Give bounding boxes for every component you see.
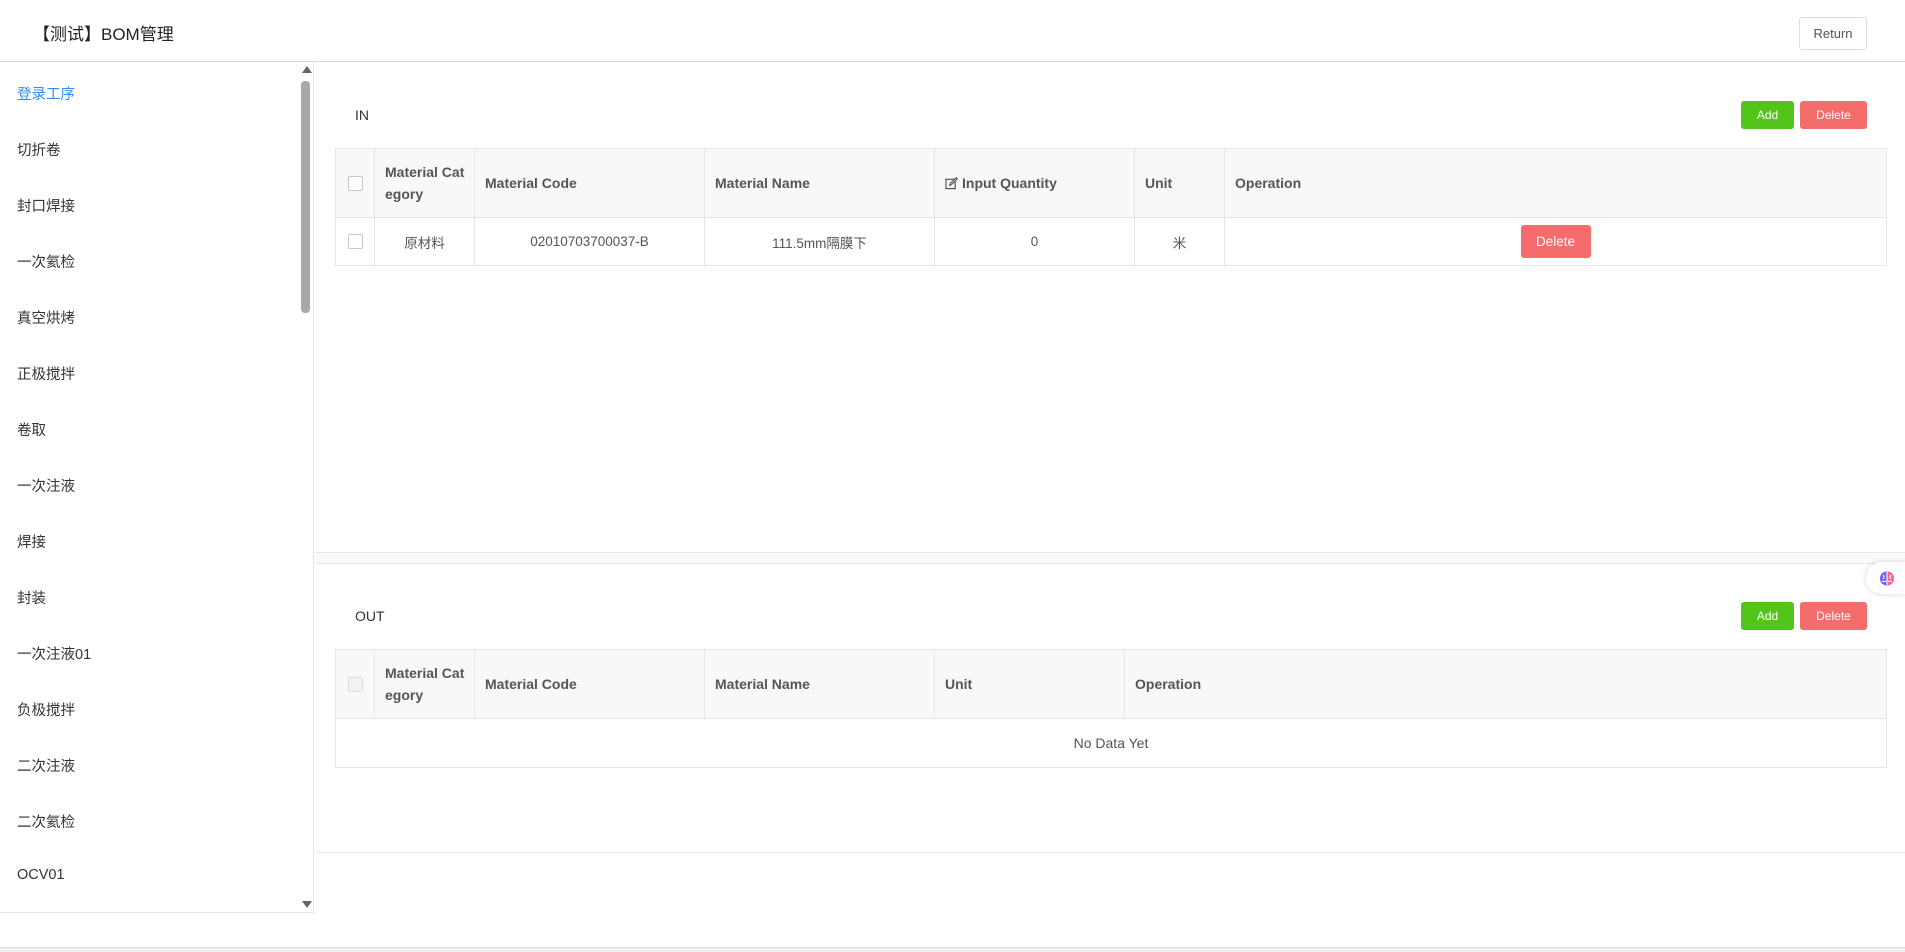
quantity-header-label: Input Quantity — [962, 175, 1057, 191]
out-materials-table: Material Category Material Code Material… — [335, 649, 1887, 768]
sidebar-item[interactable]: 二次氦检 — [17, 811, 75, 832]
sidebar-item[interactable]: 正极搅拌 — [17, 363, 75, 384]
bottom-bar — [0, 947, 1905, 952]
sidebar-item[interactable]: 二次注液 — [17, 755, 75, 776]
page-title: 【测试】BOM管理 — [33, 25, 174, 44]
cell-unit: 米 — [1135, 218, 1225, 265]
out-delete-button[interactable]: Delete — [1800, 602, 1867, 630]
column-header-name[interactable]: Material Name — [705, 149, 935, 217]
sidebar-item[interactable]: 焊接 — [17, 531, 46, 552]
row-delete-button[interactable]: Delete — [1520, 225, 1591, 258]
cell-operation: Delete — [1225, 218, 1886, 265]
column-header-name[interactable]: Material Name — [705, 650, 935, 718]
sidebar-item[interactable]: 封口焊接 — [17, 195, 75, 216]
in-materials-table: Material Category Material Code Material… — [335, 148, 1887, 266]
cell-name: 111.5mm隔膜下 — [705, 218, 935, 265]
scrollbar-thumb[interactable] — [301, 81, 310, 313]
column-header-operation: Operation — [1135, 676, 1202, 692]
section-divider — [316, 552, 1905, 553]
column-header-unit[interactable]: Unit — [1135, 149, 1225, 217]
out-section-title: OUT — [355, 608, 385, 624]
in-add-button[interactable]: Add — [1741, 101, 1794, 129]
sidebar-scrollbar[interactable] — [300, 62, 312, 912]
sidebar-item[interactable]: 切折卷 — [17, 139, 61, 160]
sidebar-item[interactable]: OCV01 — [17, 867, 65, 883]
select-all-cell — [336, 650, 375, 718]
select-all-checkbox[interactable] — [347, 676, 363, 692]
section-divider — [316, 563, 1905, 564]
column-header-code[interactable]: Material Code — [475, 650, 705, 718]
brain-icon — [1880, 571, 1894, 586]
sidebar-item[interactable]: 真空烘烤 — [17, 307, 75, 328]
sidebar-item[interactable]: 卷取 — [17, 419, 46, 440]
table-header-row: Material Category Material Code Material… — [336, 149, 1886, 218]
scroll-up-arrow-icon[interactable] — [302, 66, 312, 73]
floating-assistant-button[interactable] — [1866, 562, 1905, 594]
process-sidebar: 登录工序 切折卷 封口焊接 一次氦检 真空烘烤 正极搅拌 卷取 一次注液 焊接 … — [0, 62, 314, 913]
scroll-down-arrow-icon[interactable] — [302, 901, 312, 908]
column-header-category[interactable]: Material Category — [375, 149, 475, 217]
select-all-cell — [336, 149, 375, 217]
section-divider — [316, 852, 1905, 853]
sidebar-item[interactable]: 一次注液 — [17, 475, 75, 496]
table-row[interactable]: 原材料 02010703700037-B 111.5mm隔膜下 0 米 Dele… — [336, 218, 1886, 265]
column-header-operation: Operation — [1235, 175, 1302, 191]
sidebar-item[interactable]: 登录工序 — [17, 83, 75, 104]
cell-code: 02010703700037-B — [475, 218, 705, 265]
sidebar-item[interactable]: 负极搅拌 — [17, 699, 75, 720]
column-header-quantity[interactable]: Input Quantity — [935, 149, 1135, 217]
column-header-code[interactable]: Material Code — [475, 149, 705, 217]
in-section-title: IN — [355, 107, 369, 123]
sidebar-item[interactable]: 一次氦检 — [17, 251, 75, 272]
top-bar: 【测试】BOM管理 Return — [0, 0, 1905, 62]
empty-state: No Data Yet — [1073, 735, 1149, 751]
row-select-cell — [336, 218, 375, 265]
column-header-category[interactable]: Material Category — [375, 650, 475, 718]
row-checkbox[interactable] — [347, 234, 363, 249]
cell-quantity[interactable]: 0 — [935, 218, 1135, 265]
sidebar-item[interactable]: 一次注液01 — [17, 643, 91, 664]
edit-icon — [945, 176, 958, 189]
in-delete-button[interactable]: Delete — [1800, 101, 1867, 129]
cell-category: 原材料 — [375, 218, 475, 265]
sidebar-item[interactable]: 封装 — [17, 587, 46, 608]
return-button[interactable]: Return — [1799, 17, 1867, 50]
out-add-button[interactable]: Add — [1741, 602, 1794, 630]
select-all-checkbox[interactable] — [347, 175, 363, 191]
table-header-row: Material Category Material Code Material… — [336, 650, 1886, 719]
column-header-unit[interactable]: Unit — [935, 650, 1125, 718]
